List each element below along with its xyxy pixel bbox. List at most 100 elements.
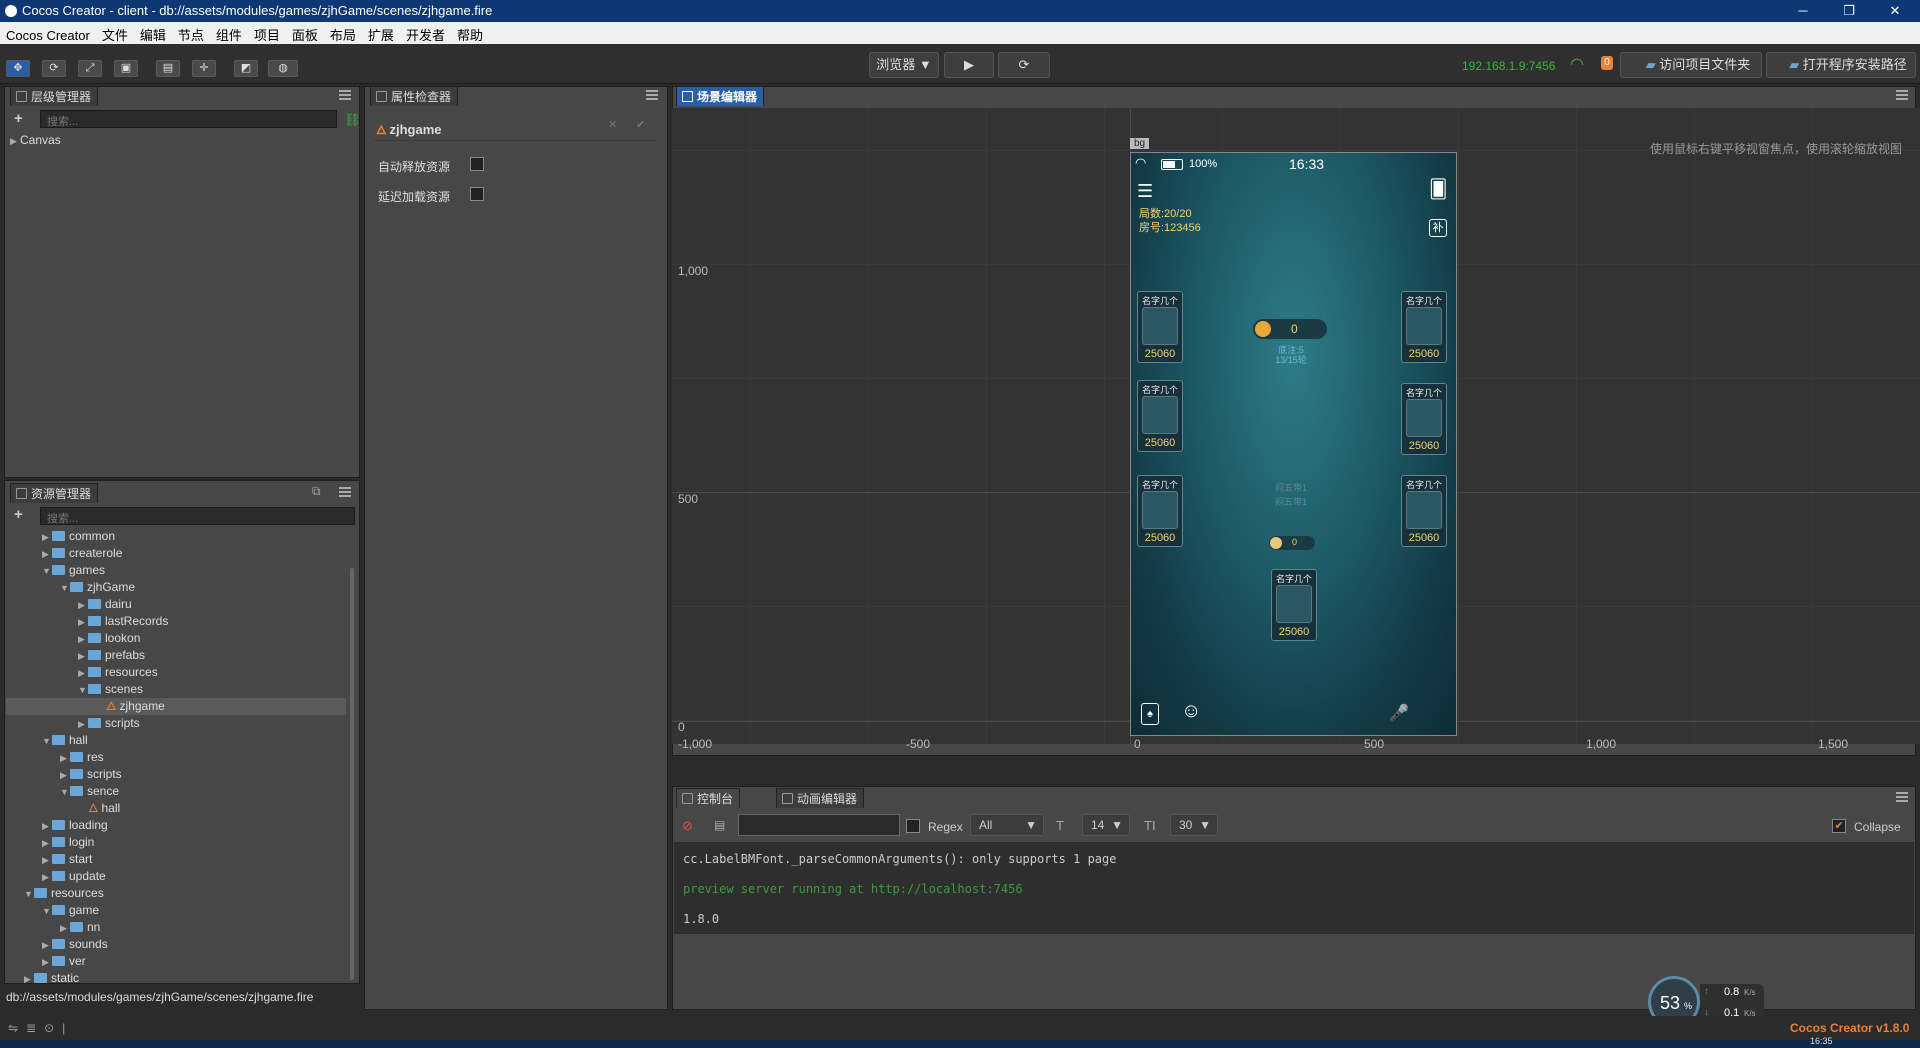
player-seat[interactable]: 名字几个 25060: [1401, 383, 1447, 455]
rotate-tool-button[interactable]: ⟳: [42, 60, 66, 77]
asset-folder-item[interactable]: ▶ update: [6, 868, 346, 885]
maximize-button[interactable]: ❐: [1826, 0, 1872, 22]
clear-icon[interactable]: ⊘: [682, 818, 693, 834]
collapse-icon[interactable]: ▼: [60, 580, 70, 597]
tab-inspector[interactable]: 属性检查器: [370, 86, 459, 106]
asset-folder-item[interactable]: ▶ scripts: [6, 766, 346, 783]
collapse-icon[interactable]: ▼: [78, 682, 88, 699]
hierarchy-node-canvas[interactable]: ▶ Canvas: [10, 132, 61, 149]
tab-console[interactable]: 控制台: [676, 788, 741, 808]
expand-icon[interactable]: ▶: [60, 750, 70, 767]
collapse-icon[interactable]: ▼: [24, 886, 34, 903]
line-height-select[interactable]: 30 ▼: [1170, 814, 1218, 836]
expand-icon[interactable]: ▶: [42, 529, 52, 546]
menu-help[interactable]: 帮助: [451, 22, 489, 44]
expand-icon[interactable]: ▶: [42, 954, 52, 971]
asset-folder-item[interactable]: ▶ static: [6, 970, 346, 984]
collapse-checkbox[interactable]: ✔: [1832, 819, 1846, 833]
inspector-menu-icon[interactable]: [646, 90, 658, 100]
expand-icon[interactable]: ▶: [78, 716, 88, 733]
menu-extension[interactable]: 扩展: [362, 22, 400, 44]
async-load-checkbox[interactable]: [470, 187, 484, 201]
supplement-button[interactable]: 补: [1429, 219, 1447, 237]
console-menu-icon[interactable]: [1896, 792, 1908, 802]
expand-icon[interactable]: ▶: [42, 835, 52, 852]
hierarchy-menu-icon[interactable]: [339, 90, 351, 100]
asset-folder-item[interactable]: ▼ hall: [6, 732, 346, 749]
menu-developer[interactable]: 开发者: [400, 22, 451, 44]
font-size-select[interactable]: 14 ▼: [1082, 814, 1130, 836]
collapse-icon[interactable]: ▼: [60, 784, 70, 801]
tab-animation[interactable]: 动画编辑器: [776, 788, 865, 808]
player-seat-self[interactable]: 名字几个 25060: [1271, 569, 1317, 641]
expand-icon[interactable]: ▶: [24, 971, 34, 984]
play-button[interactable]: ▶: [944, 52, 994, 78]
asset-folder-item[interactable]: ▶ common: [6, 528, 346, 545]
player-seat[interactable]: 名字几个 25060: [1401, 291, 1447, 363]
global-button[interactable]: ◍: [268, 60, 298, 77]
asset-scene-item[interactable]: 🜂 zjhgame: [6, 698, 346, 715]
expand-icon[interactable]: ▶: [78, 631, 88, 648]
menu-cocos-creator[interactable]: Cocos Creator: [0, 25, 96, 43]
notification-badge[interactable]: 0: [1601, 56, 1613, 70]
expand-icon[interactable]: ▶: [42, 852, 52, 869]
tab-scene[interactable]: 场景编辑器: [676, 86, 765, 106]
asset-folder-item[interactable]: ▶ nn: [6, 919, 346, 936]
asset-folder-item[interactable]: ▶ start: [6, 851, 346, 868]
asset-folder-item[interactable]: ▶ login: [6, 834, 346, 851]
collapse-icon[interactable]: ▼: [42, 733, 52, 750]
status-icons[interactable]: ⇋≣⊙|: [8, 1021, 73, 1035]
menu-project[interactable]: 项目: [248, 22, 286, 44]
player-seat[interactable]: 名字几个 25060: [1137, 380, 1183, 452]
asset-folder-item[interactable]: ▶ prefabs: [6, 647, 346, 664]
expand-icon[interactable]: ▶: [42, 546, 52, 563]
asset-folder-item[interactable]: ▶ dairu: [6, 596, 346, 613]
asset-folder-item[interactable]: ▶ createrole: [6, 545, 346, 562]
center-button[interactable]: ✛: [192, 60, 216, 77]
asset-folder-item[interactable]: ▶ loading: [6, 817, 346, 834]
expand-icon[interactable]: ▶: [42, 818, 52, 835]
player-seat[interactable]: 名字几个 25060: [1401, 475, 1447, 547]
asset-folder-item[interactable]: ▼ zjhGame: [6, 579, 346, 596]
expand-icon[interactable]: ▶: [10, 133, 20, 150]
console-filter-input[interactable]: [738, 814, 900, 836]
apply-icon[interactable]: ✔: [636, 118, 645, 131]
log-file-icon[interactable]: ▤: [714, 818, 725, 832]
microphone-icon[interactable]: 🎤: [1389, 703, 1409, 723]
local-button[interactable]: ◩: [234, 60, 258, 77]
menu-panel[interactable]: 面板: [286, 22, 324, 44]
scale-tool-button[interactable]: ⤢: [78, 60, 102, 77]
menu-edit[interactable]: 编辑: [134, 22, 172, 44]
asset-folder-item[interactable]: ▼ scenes: [6, 681, 346, 698]
regex-checkbox[interactable]: [906, 819, 920, 833]
revert-icon[interactable]: ✕: [608, 118, 617, 131]
move-tool-button[interactable]: ✥: [6, 60, 30, 77]
link-icon[interactable]: ⛓: [344, 112, 361, 128]
asset-folder-item[interactable]: ▼ sence: [6, 783, 346, 800]
player-seat[interactable]: 名字几个 25060: [1137, 291, 1183, 363]
asset-folder-item[interactable]: ▼ games: [6, 562, 346, 579]
emoji-icon[interactable]: ☺: [1181, 700, 1201, 723]
hierarchy-search-input[interactable]: 搜索...: [40, 110, 337, 128]
log-level-select[interactable]: All ▼: [970, 814, 1044, 836]
popout-icon[interactable]: ⧉: [312, 484, 321, 499]
expand-icon[interactable]: ▶: [78, 597, 88, 614]
add-node-button[interactable]: +: [14, 110, 23, 127]
expand-icon[interactable]: ▶: [42, 869, 52, 886]
expand-icon[interactable]: ▶: [60, 767, 70, 784]
asset-folder-item[interactable]: ▶ lastRecords: [6, 613, 346, 630]
rect-tool-button[interactable]: ▣: [114, 60, 138, 77]
scene-menu-icon[interactable]: [1896, 90, 1908, 100]
minimize-button[interactable]: ─: [1780, 0, 1826, 22]
player-seat[interactable]: 名字几个 25060: [1137, 475, 1183, 547]
collapse-icon[interactable]: ▼: [42, 563, 52, 580]
cards-icon[interactable]: 🂠: [1429, 179, 1447, 200]
menu-node[interactable]: 节点: [172, 22, 210, 44]
asset-folder-item[interactable]: ▶ res: [6, 749, 346, 766]
asset-folder-item[interactable]: ▶ sounds: [6, 936, 346, 953]
assets-search-input[interactable]: 搜索...: [40, 507, 355, 525]
auto-release-checkbox[interactable]: [470, 157, 484, 171]
asset-folder-item[interactable]: ▼ game: [6, 902, 346, 919]
close-button[interactable]: ✕: [1872, 0, 1918, 22]
create-asset-button[interactable]: +: [14, 506, 23, 523]
